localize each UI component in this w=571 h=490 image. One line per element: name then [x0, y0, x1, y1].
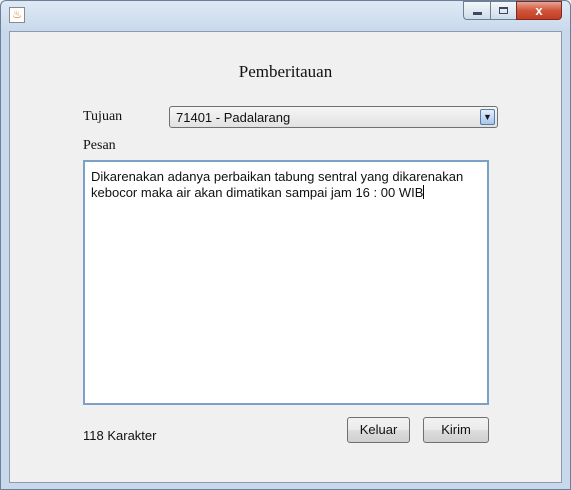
content-panel: Pemberitauan Tujuan 71401 - Padalarang ▼…	[9, 31, 562, 483]
tujuan-label: Tujuan	[83, 109, 123, 124]
page-title: Pemberitauan	[238, 62, 333, 81]
java-icon: ♨	[9, 7, 25, 23]
minimize-icon	[472, 11, 482, 15]
maximize-icon	[499, 7, 508, 14]
pesan-text: Dikarenakan adanya perbaikan tabung sent…	[91, 169, 464, 200]
window-controls: x	[463, 1, 562, 21]
minimize-button[interactable]	[463, 1, 490, 20]
tujuan-selected-value: 71401 - Padalarang	[176, 110, 291, 125]
app-window: ♨ x Pemberitauan Tujuan 71401 - Padalara…	[0, 0, 571, 490]
maximize-button[interactable]	[490, 1, 516, 20]
text-caret	[423, 185, 425, 199]
keluar-button[interactable]: Keluar	[347, 417, 410, 443]
dropdown-arrow-icon[interactable]: ▼	[480, 109, 495, 125]
tujuan-dropdown[interactable]: 71401 - Padalarang ▼	[169, 106, 498, 128]
title-bar[interactable]: ♨ x	[1, 1, 570, 31]
close-icon: x	[535, 3, 543, 18]
character-counter: 118 Karakter	[83, 428, 157, 443]
pesan-textarea[interactable]: Dikarenakan adanya perbaikan tabung sent…	[83, 160, 489, 405]
close-button[interactable]: x	[516, 1, 562, 20]
pesan-label: Pesan	[83, 138, 116, 153]
kirim-button[interactable]: Kirim	[423, 417, 489, 443]
